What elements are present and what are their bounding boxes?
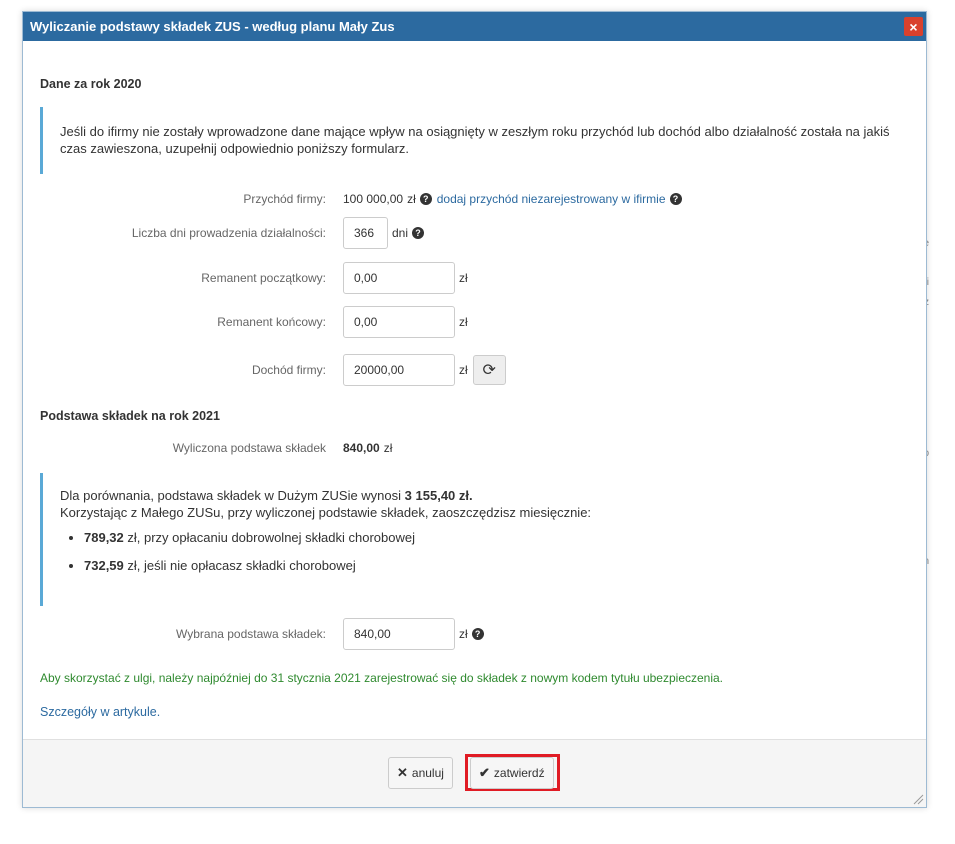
- selected-base-label: Wybrana podstawa składek:: [176, 627, 326, 641]
- computed-base-value-group: 840,00 zł: [343, 432, 392, 464]
- close-button[interactable]: ×: [904, 17, 923, 36]
- question-circle-icon[interactable]: ?: [412, 227, 425, 239]
- zus-calculation-dialog: Wyliczanie podstawy składek ZUS - według…: [22, 11, 927, 808]
- stock-end-row: Remanent końcowy: 0,00 zł: [23, 306, 926, 338]
- stock-start-input[interactable]: 0,00: [343, 262, 455, 294]
- computed-base-value: 840,00: [343, 441, 380, 455]
- refresh-icon: ⟳: [482, 362, 496, 379]
- computed-base-unit: zł: [383, 441, 393, 455]
- selected-base-value-group: 840,00 zł ?: [343, 618, 484, 650]
- dialog-titlebar: Wyliczanie podstawy składek ZUS - według…: [23, 12, 926, 41]
- revenue-label: Przychód firmy:: [243, 192, 326, 206]
- question-circle-icon[interactable]: ?: [669, 193, 682, 205]
- income-row: Dochód firmy: 20000,00 zł ⟳: [23, 354, 926, 386]
- savings-item-sickness: 789,32 zł, przy opłacaniu dobrowolnej sk…: [84, 529, 900, 546]
- income-value-group: 20000,00 zł ⟳: [343, 354, 506, 386]
- section-title-2021: Podstawa składek na rok 2021: [40, 409, 220, 423]
- revenue-value-group: 100 000,00 zł ? dodaj przychód niezareje…: [343, 183, 682, 215]
- income-label: Dochód firmy:: [251, 363, 326, 377]
- revenue-row: Przychód firmy: 100 000,00 zł ? dodaj pr…: [23, 183, 926, 215]
- details-link[interactable]: Szczegóły w artykule.: [40, 705, 160, 719]
- selected-base-unit: zł: [459, 627, 468, 641]
- times-icon: ✕: [397, 765, 408, 780]
- question-circle-icon[interactable]: ?: [419, 193, 432, 205]
- comparison-box: Dla porównania, podstawa składek w Dużym…: [40, 473, 900, 606]
- confirm-button[interactable]: ✔ zatwierdź: [470, 757, 554, 789]
- info-box-2020: Jeśli do ifirmy nie zostały wprowadzone …: [40, 107, 900, 174]
- comparison-line-2: Korzystając z Małego ZUSu, przy wyliczon…: [60, 505, 592, 520]
- cancel-button[interactable]: ✕ anuluj: [388, 757, 453, 789]
- stock-start-row: Remanent początkowy: 0,00 zł: [23, 262, 926, 294]
- selected-base-row: Wybrana podstawa składek: 840,00 zł ?: [23, 618, 926, 650]
- stock-end-input[interactable]: 0,00: [343, 306, 455, 338]
- revenue-value: 100 000,00: [343, 192, 404, 206]
- days-unit: dni: [392, 226, 409, 240]
- days-value-group: 366 dni ?: [343, 217, 425, 249]
- stock-end-value-group: 0,00 zł: [343, 306, 468, 338]
- cancel-label: anuluj: [411, 766, 444, 780]
- savings-text: zł, jeśli nie opłacasz składki chorobowe…: [127, 558, 356, 573]
- savings-amount: 732,59: [84, 558, 124, 573]
- refresh-button[interactable]: ⟳: [472, 355, 506, 385]
- deadline-note: Aby skorzystać z ulgi, należy najpóźniej…: [40, 671, 724, 685]
- income-unit: zł: [459, 363, 468, 377]
- close-icon: ×: [909, 18, 918, 35]
- resize-grip-icon[interactable]: [912, 793, 924, 805]
- days-row: Liczba dni prowadzenia działalności: 366…: [23, 217, 926, 249]
- savings-list: 789,32 zł, przy opłacaniu dobrowolnej sk…: [60, 529, 900, 574]
- days-label: Liczba dni prowadzenia działalności:: [131, 226, 326, 240]
- dialog-footer: ✕ anuluj ✔ zatwierdź: [23, 739, 926, 807]
- stock-start-value-group: 0,00 zł: [343, 262, 468, 294]
- dialog-body: Dane za rok 2020 Jeśli do ifirmy nie zos…: [23, 41, 926, 741]
- stock-start-unit: zł: [459, 271, 468, 285]
- stock-end-unit: zł: [459, 315, 468, 329]
- savings-text: zł, przy opłacaniu dobrowolnej składki c…: [127, 530, 415, 545]
- computed-base-label: Wyliczona podstawa składek: [172, 441, 326, 455]
- selected-base-input[interactable]: 840,00: [343, 618, 455, 650]
- dialog-title: Wyliczanie podstawy składek ZUS - według…: [30, 19, 395, 34]
- comparison-line-1: Dla porównania, podstawa składek w Dużym…: [60, 487, 900, 504]
- days-input[interactable]: 366: [343, 217, 388, 249]
- stock-end-label: Remanent końcowy:: [217, 315, 326, 329]
- savings-item-no-sickness: 732,59 zł, jeśli nie opłacasz składki ch…: [84, 557, 900, 574]
- computed-base-row: Wyliczona podstawa składek 840,00 zł: [23, 432, 926, 464]
- income-input[interactable]: 20000,00: [343, 354, 455, 386]
- confirm-label: zatwierdź: [493, 766, 545, 780]
- savings-amount: 789,32: [84, 530, 124, 545]
- info-text: Jeśli do ifirmy nie zostały wprowadzone …: [60, 124, 890, 156]
- question-circle-icon[interactable]: ?: [471, 628, 484, 640]
- big-zus-amount: 3 155,40 zł.: [404, 488, 473, 503]
- revenue-unit: zł: [407, 192, 416, 206]
- section-title-2020: Dane za rok 2020: [40, 77, 142, 91]
- comparison-prefix: Dla porównania, podstawa składek w Dużym…: [60, 488, 402, 503]
- check-icon: ✔: [479, 765, 490, 780]
- stock-start-label: Remanent początkowy:: [201, 271, 326, 285]
- add-unregistered-revenue-link[interactable]: dodaj przychód niezarejestrowany w ifirm…: [437, 192, 666, 206]
